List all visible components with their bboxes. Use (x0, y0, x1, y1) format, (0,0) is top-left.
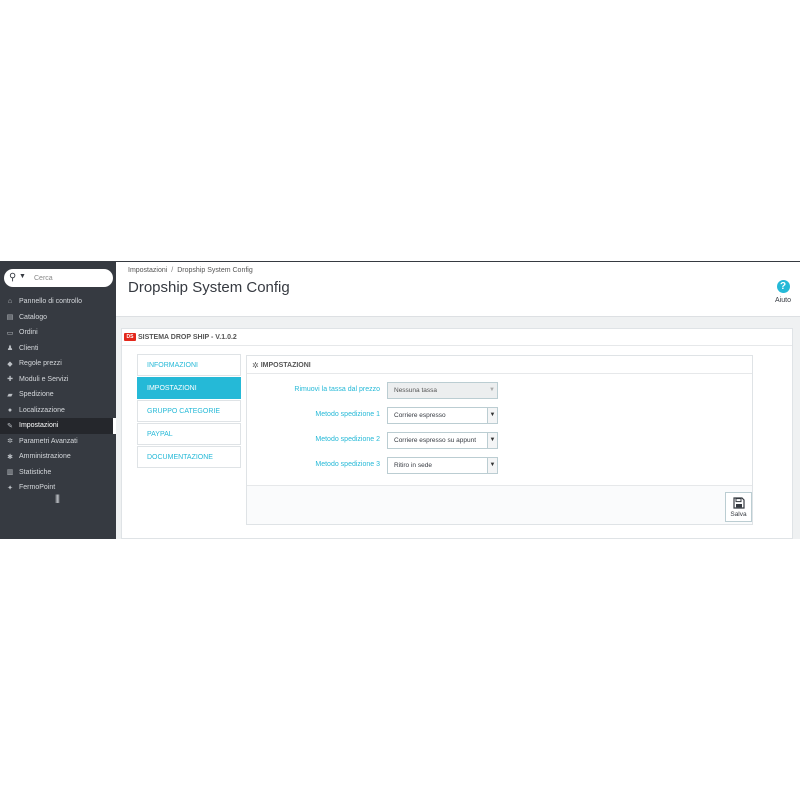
tab-paypal[interactable]: PAYPAL (137, 423, 241, 445)
breadcrumb: Impostazioni / Dropship System Config (128, 267, 253, 274)
shipping-method-1-value: Corriere espresso (394, 412, 446, 419)
globe-icon: ● (7, 406, 13, 414)
sidebar-item-label: Impostazioni (19, 422, 59, 430)
module-panel-header: DS SISTEMA DROP SHIP - V.1.0.2 (124, 333, 237, 341)
sidebar-item-shipping[interactable]: ▰ Spedizione (0, 387, 116, 403)
chevron-down-icon[interactable]: ▼ (487, 458, 497, 473)
module-title: SISTEMA DROP SHIP - V.1.0.2 (138, 333, 237, 341)
save-label: Salva (730, 511, 747, 518)
search-box[interactable]: ⚲ ▼ (4, 269, 113, 287)
module-panel: DS SISTEMA DROP SHIP - V.1.0.2 INFORMAZI… (121, 328, 793, 539)
shipping-method-3-label: Metodo spedizione 3 (315, 461, 380, 468)
sidebar-item-label: Moduli e Servizi (19, 375, 69, 383)
module-tabs: INFORMAZIONI IMPOSTAZIONI GRUPPO CATEGOR… (137, 354, 241, 469)
tab-impostazioni[interactable]: IMPOSTAZIONI (137, 377, 241, 399)
sidebar-item-label: Spedizione (19, 391, 54, 399)
breadcrumb-parent[interactable]: Impostazioni (128, 267, 167, 274)
save-icon (732, 497, 745, 509)
orders-icon: ▭ (6, 329, 14, 337)
form-row-shipping-1: Metodo spedizione 1 Corriere espresso ▼ (247, 407, 752, 425)
shipping-method-3-value: Ritiro in sede (394, 462, 432, 469)
sidebar-item-catalog[interactable]: ▤ Catalogo (0, 310, 116, 326)
sidebar-item-statistics[interactable]: ▥ Statistiche (0, 465, 116, 481)
sidebar: ⚲ ▼ ⌂ Pannello di controllo ▤ Catalogo ▭ Or… (0, 261, 116, 539)
tab-informazioni[interactable]: INFORMAZIONI (137, 354, 241, 376)
page-title: Dropship System Config (128, 279, 290, 296)
tax-select-value: Nessuna tassa (394, 387, 437, 394)
cogs-icon: ✲ (252, 361, 259, 370)
shipping-method-1-select[interactable]: Corriere espresso ▼ (387, 407, 498, 424)
breadcrumb-current: Dropship System Config (177, 267, 253, 274)
search-input[interactable] (34, 272, 110, 284)
sidebar-collapse-handle[interactable]: ||| (55, 493, 60, 503)
sidebar-nav: ⌂ Pannello di controllo ▤ Catalogo ▭ Ordini… (0, 294, 116, 496)
module-logo: DS (124, 333, 136, 341)
help-icon[interactable]: ? (776, 280, 790, 293)
sidebar-item-label: Catalogo (19, 313, 48, 321)
help-button[interactable]: ? Aiuto (773, 276, 793, 304)
shipping-method-2-value: Corriere espresso su appunt (394, 437, 477, 444)
chevron-down-icon[interactable]: ▼ (19, 273, 26, 280)
sidebar-item-label: Clienti (19, 344, 39, 352)
page-header: Impostazioni / Dropship System Config Drop… (116, 262, 800, 317)
shipping-method-1-label: Metodo spedizione 1 (315, 411, 380, 418)
main-content: Impostazioni / Dropship System Config Drop… (116, 261, 800, 539)
tax-label: Rimuovi la tassa dal prezzo (294, 386, 380, 393)
sidebar-item-price-rules[interactable]: ◆ Regole prezzi (0, 356, 116, 372)
divider (122, 345, 792, 346)
catalog-icon: ▤ (6, 314, 14, 322)
search-icon[interactable]: ⚲ (9, 272, 16, 283)
cogs-icon: ✲ (7, 438, 13, 446)
settings-title: IMPOSTAZIONI (260, 362, 311, 369)
price-rules-icon: ◆ (7, 360, 13, 368)
chevron-down-icon[interactable]: ▼ (487, 433, 497, 448)
help-label[interactable]: Aiuto (773, 297, 793, 304)
sidebar-item-localization[interactable]: ● Localizzazione (0, 403, 116, 419)
divider (247, 373, 752, 374)
shipping-icon: ▰ (7, 391, 13, 399)
breadcrumb-separator: / (171, 267, 174, 274)
settings-header: ✲ IMPOSTAZIONI (252, 361, 311, 370)
sidebar-item-administration[interactable]: ✱ Amministrazione (0, 449, 116, 465)
form-row-shipping-3: Metodo spedizione 3 Ritiro in sede ▼ (247, 457, 752, 475)
sidebar-item-label: Regole prezzi (19, 360, 62, 368)
shipping-method-2-select[interactable]: Corriere espresso su appunt ▼ (387, 432, 498, 449)
plugin-icon: ✦ (7, 484, 13, 492)
form-row-shipping-2: Metodo spedizione 2 Corriere espresso su… (247, 432, 752, 450)
chart-icon: ▥ (6, 469, 14, 477)
sidebar-item-label: Amministrazione (19, 453, 71, 461)
sidebar-item-label: Statistiche (19, 468, 52, 476)
tab-gruppo-categorie[interactable]: GRUPPO CATEGORIE (137, 400, 241, 422)
form-row-tax: Rimuovi la tassa dal prezzo Nessuna tass… (247, 382, 752, 400)
sidebar-item-advanced-parameters[interactable]: ✲ Parametri Avanzati (0, 434, 116, 450)
sidebar-item-customers[interactable]: ♟ Clienti (0, 341, 116, 357)
sidebar-item-label: Pannello di controllo (19, 298, 83, 306)
tax-select: Nessuna tassa ▼ (387, 382, 498, 399)
customers-icon: ♟ (6, 345, 14, 353)
sidebar-item-orders[interactable]: ▭ Ordini (0, 325, 116, 341)
settings-panel: ✲ IMPOSTAZIONI Rimuovi la tassa dal prez… (246, 355, 753, 525)
sidebar-item-label: Ordini (19, 329, 38, 337)
shipping-method-2-label: Metodo spedizione 2 (315, 436, 380, 443)
gear-icon: ✱ (7, 453, 13, 461)
modules-icon: ✚ (7, 376, 13, 384)
admin-app: ⚲ ▼ ⌂ Pannello di controllo ▤ Catalogo ▭ Or… (0, 261, 800, 539)
sidebar-item-label: Localizzazione (19, 406, 65, 414)
sidebar-item-dashboard[interactable]: ⌂ Pannello di controllo (0, 294, 116, 310)
shipping-method-3-select[interactable]: Ritiro in sede ▼ (387, 457, 498, 474)
sidebar-item-settings[interactable]: ✎ Impostazioni (0, 418, 116, 434)
dashboard-icon: ⌂ (7, 298, 13, 306)
chevron-down-icon: ▼ (487, 383, 497, 398)
sidebar-item-modules[interactable]: ✚ Moduli e Servizi (0, 372, 116, 388)
chevron-down-icon[interactable]: ▼ (487, 408, 497, 423)
save-button[interactable]: Salva (725, 492, 752, 522)
sidebar-item-label: Parametri Avanzati (19, 437, 78, 445)
wrench-icon: ✎ (7, 422, 13, 430)
sidebar-item-label: FermoPoint (19, 484, 56, 492)
tab-documentazione[interactable]: DOCUMENTAZIONE (137, 446, 241, 468)
settings-footer: Salva (247, 485, 752, 524)
